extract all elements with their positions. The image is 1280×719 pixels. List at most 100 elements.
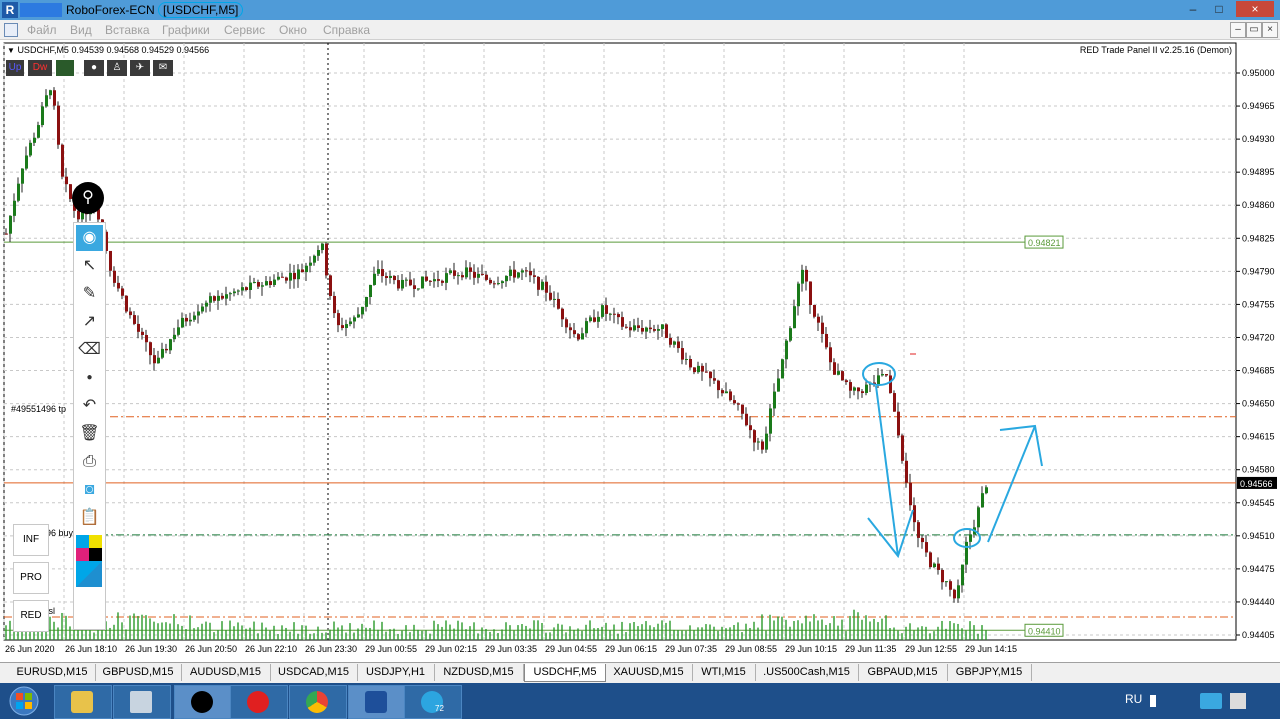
- eraser-icon[interactable]: ⌫: [76, 337, 103, 363]
- color-yellow[interactable]: [89, 535, 102, 548]
- menu-help[interactable]: Справка: [323, 23, 370, 37]
- tab-wti[interactable]: WTI,M15: [692, 664, 756, 681]
- mdi-minimize-button[interactable]: –: [1230, 22, 1246, 38]
- tray-icon[interactable]: [1230, 693, 1246, 709]
- clipboard-icon[interactable]: 📋: [76, 505, 103, 531]
- candle-body: [177, 327, 180, 335]
- color-cyan[interactable]: [76, 535, 89, 548]
- taskbar-roboforex[interactable]: [348, 685, 406, 719]
- time-label: 26 Jun 18:10: [65, 644, 117, 654]
- candle-body: [857, 387, 860, 392]
- dot-icon[interactable]: ●: [76, 365, 103, 391]
- tab-nzdusd[interactable]: NZDUSD,M15: [434, 664, 524, 681]
- tab-gbpjpy[interactable]: GBPJPY,M15: [947, 664, 1032, 681]
- chart-window[interactable]: 0.94821 0.94410 0.94566 0.95000 0.94965 0.94…: [0, 40, 1280, 662]
- taskbar-telegram[interactable]: 72: [404, 685, 462, 719]
- trader-icon[interactable]: ♙: [107, 60, 127, 76]
- tab-usdcad[interactable]: USDCAD,M15: [270, 664, 358, 681]
- line-icon[interactable]: ↗: [76, 309, 103, 335]
- taskbar-calculator[interactable]: [113, 685, 171, 719]
- candle-body: [457, 275, 460, 277]
- folder-icon[interactable]: [1200, 693, 1222, 709]
- flag-icon[interactable]: [1150, 695, 1166, 707]
- tab-xauusd[interactable]: XAUUSD,M15: [605, 664, 693, 681]
- candle-body: [733, 400, 736, 404]
- candle-body: [21, 168, 24, 184]
- candle-body: [561, 308, 564, 320]
- down-button[interactable]: Dw: [28, 60, 52, 76]
- candle-body: [805, 269, 808, 282]
- candle-body: [65, 176, 68, 185]
- candle-body: [673, 341, 676, 345]
- taskbar-opera[interactable]: [230, 685, 288, 719]
- app-name: RoboForex-ECN: [66, 3, 155, 17]
- candle-body: [645, 327, 648, 332]
- menu-tools[interactable]: Сервис: [224, 23, 265, 37]
- up-button[interactable]: Up: [6, 60, 24, 76]
- taskbar-pin-app[interactable]: [174, 685, 232, 719]
- candle-body: [593, 317, 596, 322]
- candle-body: [185, 317, 188, 322]
- cursor-icon[interactable]: ↖: [76, 253, 103, 279]
- candle-body: [381, 269, 384, 277]
- undo-icon[interactable]: ↶: [76, 393, 103, 419]
- pin-icon[interactable]: ⚲: [72, 182, 104, 214]
- color-magenta[interactable]: [76, 548, 89, 561]
- inf-button[interactable]: INF: [13, 524, 49, 556]
- menu-view[interactable]: Вид: [70, 23, 92, 37]
- candle-body: [933, 563, 936, 568]
- maximize-button[interactable]: □: [1208, 1, 1230, 17]
- tab-us500cash[interactable]: .US500Cash,M15: [755, 664, 859, 681]
- taskbar-explorer[interactable]: [54, 685, 112, 719]
- tab-audusd[interactable]: AUDUSD,M15: [181, 664, 271, 681]
- candle-body: [293, 272, 296, 280]
- level-low-label: 0.94410: [1028, 626, 1061, 636]
- drawing-toolbar: ◉ ↖ ✎ ↗ ⌫ ● ↶ 🗑 ⎙ ◙ 📋: [73, 222, 106, 630]
- language-indicator[interactable]: RU: [1125, 692, 1142, 706]
- candle-body: [429, 280, 432, 282]
- candle-body: [925, 542, 928, 553]
- pro-button[interactable]: PRO: [13, 562, 49, 594]
- color-black[interactable]: [89, 548, 102, 561]
- telegram-badge: 72: [435, 704, 444, 713]
- tab-gbpaud[interactable]: GBPAUD,M15: [858, 664, 948, 681]
- menu-window[interactable]: Окно: [279, 23, 307, 37]
- menu-charts[interactable]: Графики: [162, 23, 210, 37]
- close-button[interactable]: ×: [1236, 1, 1274, 17]
- camera-icon[interactable]: ◙: [76, 477, 103, 503]
- menu-file[interactable]: Файл: [27, 23, 57, 37]
- eye-icon[interactable]: ◉: [76, 225, 103, 251]
- trash-icon[interactable]: 🗑: [76, 421, 103, 447]
- candle-body: [13, 200, 16, 216]
- mdi-close-button[interactable]: ×: [1262, 22, 1278, 38]
- mdi-restore-button[interactable]: ▭: [1246, 22, 1262, 38]
- tab-usdchf[interactable]: USDCHF,M5: [524, 664, 606, 682]
- candle-body: [325, 243, 328, 276]
- candle-body: [401, 279, 404, 289]
- mail-icon[interactable]: ✉: [153, 60, 173, 76]
- start-button[interactable]: [4, 686, 44, 716]
- chart-window-icon[interactable]: [4, 23, 18, 37]
- green-button[interactable]: [56, 60, 74, 76]
- drop-icon[interactable]: ●: [84, 60, 104, 76]
- time-label: 26 Jun 23:30: [305, 644, 357, 654]
- candle-body: [605, 305, 608, 314]
- tab-gbpusd[interactable]: GBPUSD,M15: [95, 664, 182, 681]
- tab-usdjpy[interactable]: USDJPY,H1: [357, 664, 435, 681]
- candle-body: [389, 275, 392, 278]
- candle-body: [209, 296, 212, 303]
- down-arrow-head: [867, 509, 914, 559]
- menu-insert[interactable]: Вставка: [105, 23, 150, 37]
- taskbar-chrome[interactable]: [289, 685, 347, 719]
- printer-icon[interactable]: ⎙: [76, 449, 103, 475]
- candle-body: [557, 298, 560, 309]
- candle-body: [357, 314, 360, 318]
- pencil-icon[interactable]: ✎: [76, 281, 103, 307]
- red-button[interactable]: RED: [13, 600, 49, 632]
- minimize-button[interactable]: –: [1182, 1, 1204, 17]
- price-label: 0.94475: [1242, 564, 1275, 574]
- plane-icon[interactable]: ✈: [130, 60, 150, 76]
- color-blue[interactable]: [76, 561, 102, 587]
- tab-eurusd[interactable]: EURUSD,M15: [9, 664, 96, 681]
- price-chart[interactable]: 0.94821 0.94410 0.94566 0.95000 0.94965 0.94…: [0, 40, 1280, 662]
